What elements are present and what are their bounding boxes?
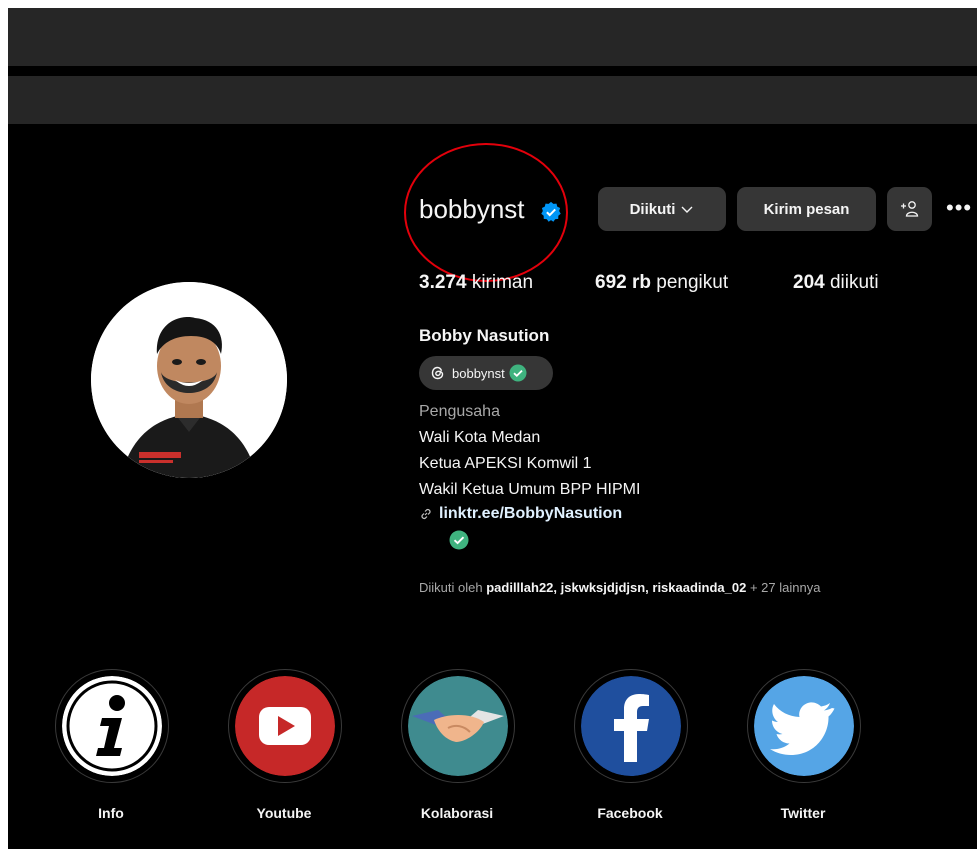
top-bar [8,8,977,66]
bio-link[interactable]: linktr.ee/BobbyNasution [419,505,622,523]
add-person-icon [900,201,918,217]
highlight-facebook[interactable] [574,669,688,783]
highlight-label: Facebook [597,805,663,821]
following-dropdown-button[interactable]: Diikuti [598,187,726,231]
highlight-twitter[interactable] [747,669,861,783]
threads-icon [431,366,444,380]
bio-link-text: linktr.ee/BobbyNasution [439,505,623,522]
following-button-label: Diikuti [629,200,676,218]
handshake-icon [408,676,508,776]
followers-count: 692 rb [595,272,651,293]
following-stat[interactable]: 204 diikuti [793,272,879,294]
check-icon [449,530,469,550]
following-label: diikuti [829,272,879,293]
following-count: 204 [793,272,825,293]
threads-badge[interactable]: bobbynst [419,356,553,390]
posts-label: kiriman [471,272,534,293]
facebook-icon [581,676,681,776]
highlight-label: Kolaborasi [420,805,494,821]
more-options-icon[interactable]: ••• [946,195,972,221]
secondary-bar [8,76,977,124]
threads-handle: bobbynst [452,365,505,381]
send-message-label: Kirim pesan [763,200,850,218]
highlight-kolaborasi[interactable] [401,669,515,783]
send-message-button[interactable]: Kirim pesan [737,187,876,231]
posts-count: 3.274 [419,272,467,293]
chevron-down-icon [681,206,693,213]
followers-label: pengikut [656,272,729,293]
profile-avatar[interactable] [91,282,287,478]
profile-category: Pengusaha [419,403,500,420]
annotation-circle [404,143,568,282]
profile-full-name: Bobby Nasution [419,326,550,345]
followed-by[interactable]: Diikuti oleh padilllah22, jskwksjdjdjsn,… [419,580,820,595]
followers-stat[interactable]: 692 rb pengikut [595,272,728,294]
profile-page: bobbynst Diikuti Kirim pesan ••• 3.274 k… [8,8,977,849]
posts-stat: 3.274 kiriman [419,272,533,294]
followed-by-names: padilllah22, jskwksjdjdjsn, riskaadinda_… [486,580,747,595]
link-icon [421,508,431,520]
bio-line: Wali Kota Medan [419,429,541,446]
suggest-people-button[interactable] [887,187,932,231]
highlight-label: Twitter [780,805,826,821]
youtube-icon [235,676,335,776]
highlight-label: Youtube [256,805,312,821]
highlight-youtube[interactable] [228,669,342,783]
check-icon [509,364,527,382]
info-icon [62,676,162,776]
bio-line: Wakil Ketua Umum BPP HIPMI [419,481,641,498]
followed-by-prefix: Diikuti oleh [419,580,483,595]
followed-by-suffix: + 27 lainnya [749,580,821,595]
twitter-icon [754,676,854,776]
highlight-info[interactable] [55,669,169,783]
highlight-label: Info [98,805,124,821]
bio-line: Ketua APEKSI Komwil 1 [419,455,592,472]
